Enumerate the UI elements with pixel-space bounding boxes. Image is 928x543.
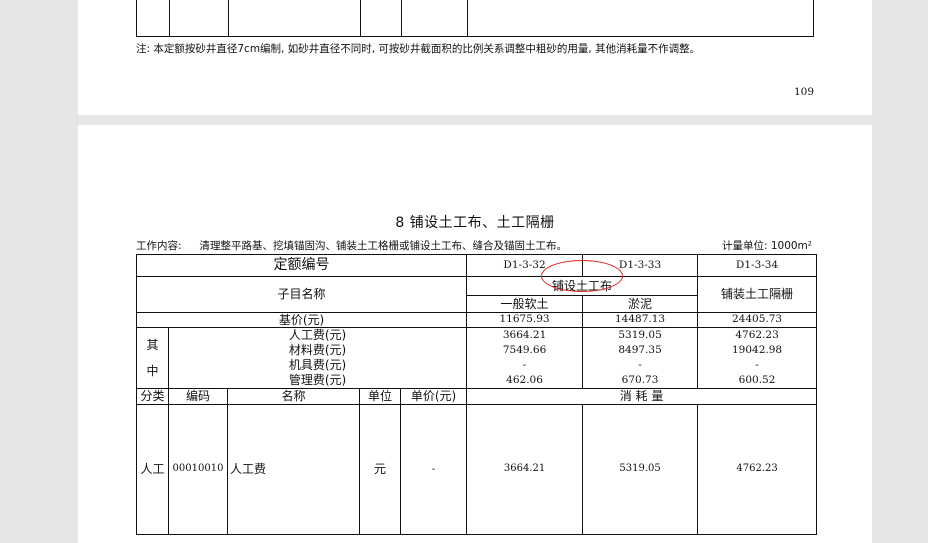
fee-values-col1: 3664.21 7549.66 - 462.06 bbox=[466, 327, 584, 389]
item-name-label: 子目名称 bbox=[135, 276, 468, 313]
previous-table-bottom bbox=[136, 0, 814, 37]
table-line bbox=[360, 0, 361, 36]
previous-page: 注: 本定额按砂井直径7cm编制, 如砂井直径不同时, 可按砂井截面积的比例关系… bbox=[78, 0, 872, 115]
work-content-label: 工作内容: bbox=[136, 240, 182, 252]
header-category: 分类 bbox=[136, 388, 169, 405]
fee-value: 4762.23 bbox=[735, 329, 779, 341]
row-unit-price: - bbox=[399, 404, 468, 535]
red-annotation-circle bbox=[541, 260, 623, 292]
fee-labels: 人工费(元) 材料费(元) 机具费(元) 管理费(元) bbox=[168, 327, 468, 389]
base-price: 14487.13 bbox=[582, 312, 699, 328]
row-unit: 元 bbox=[359, 404, 401, 535]
fee-value: 7549.66 bbox=[502, 344, 547, 356]
fee-value: 600.52 bbox=[738, 374, 776, 386]
page-number: 109 bbox=[793, 86, 814, 98]
fee-value: 5319.05 bbox=[618, 329, 662, 341]
header-code: 编码 bbox=[168, 388, 228, 405]
row-name: 人工费 bbox=[227, 404, 360, 535]
section-title: 8 铺设土工布、土工隔栅 bbox=[395, 215, 555, 231]
header-unit-price: 单价(元) bbox=[399, 388, 468, 405]
qizhong-label: 其 中 bbox=[136, 327, 169, 389]
fee-value: 462.06 bbox=[506, 374, 543, 386]
table-line bbox=[169, 0, 170, 36]
base-price-label: 基价(元) bbox=[135, 312, 468, 328]
row-code: 00010010 bbox=[168, 404, 228, 535]
item-name: 铺装土工隔栅 bbox=[697, 276, 818, 313]
row-value: 5319.05 bbox=[582, 404, 699, 535]
fee-label: 机具费(元) bbox=[288, 358, 347, 372]
measurement-unit: 计量单位: 1000m² bbox=[721, 240, 812, 252]
row-value: 4762.23 bbox=[697, 404, 818, 535]
footnote: 注: 本定额按砂井直径7cm编制, 如砂井直径不同时, 可按砂井截面积的比例关系… bbox=[136, 43, 701, 55]
fee-values-col3: 4762.23 19042.98 - 600.52 bbox=[697, 327, 818, 389]
item-name: 一般软土 bbox=[466, 295, 584, 313]
fee-label: 材料费(元) bbox=[288, 343, 347, 357]
table-line bbox=[228, 0, 229, 36]
base-price: 11675.93 bbox=[466, 312, 584, 328]
base-price: 24405.73 bbox=[697, 312, 818, 328]
row-category: 人工 bbox=[136, 404, 169, 535]
fee-value: - bbox=[522, 359, 527, 371]
fee-label: 管理费(元) bbox=[288, 373, 347, 387]
fee-value: - bbox=[638, 359, 642, 371]
quota-code: D1-3-34 bbox=[697, 254, 818, 277]
table-line bbox=[401, 0, 402, 36]
fee-value: 8497.35 bbox=[618, 344, 662, 356]
row-value: 3664.21 bbox=[466, 404, 584, 535]
qizhong-char: 中 bbox=[146, 364, 159, 378]
header-consumption: 消 耗 量 bbox=[466, 388, 818, 405]
fee-label: 人工费(元) bbox=[288, 328, 347, 343]
fee-value: - bbox=[755, 359, 759, 371]
work-content: 工作内容: 清理整平路基、挖填锚固沟、铺装土工格栅或铺设土工布、缝合及锚固土工布。 bbox=[136, 238, 567, 253]
table-line bbox=[467, 0, 468, 36]
table-row: 人工 00010010 人工费 元 - 3664.21 5319.05 4762… bbox=[136, 404, 818, 535]
work-content-text: 清理整平路基、挖填锚固沟、铺装土工格栅或铺设土工布、缝合及锚固土工布。 bbox=[199, 240, 568, 252]
item-name: 淤泥 bbox=[582, 295, 699, 313]
fee-value: 19042.98 bbox=[731, 344, 783, 356]
fee-value: 670.73 bbox=[621, 374, 659, 386]
current-page: 8 铺设土工布、土工隔栅 工作内容: 清理整平路基、挖填锚固沟、铺装土工格栅或铺设… bbox=[78, 125, 872, 543]
quota-number-label: 定额编号 bbox=[135, 254, 468, 277]
header-name: 名称 bbox=[227, 388, 360, 405]
header-unit: 单位 bbox=[359, 388, 401, 405]
fee-values-col2: 5319.05 8497.35 - 670.73 bbox=[582, 327, 699, 389]
fee-value: 3664.21 bbox=[502, 329, 547, 341]
quota-table: 定额编号 D1-3-32 D1-3-33 D1-3-34 子目名称 铺设土工布 … bbox=[135, 254, 818, 535]
qizhong-char: 其 bbox=[146, 338, 159, 352]
